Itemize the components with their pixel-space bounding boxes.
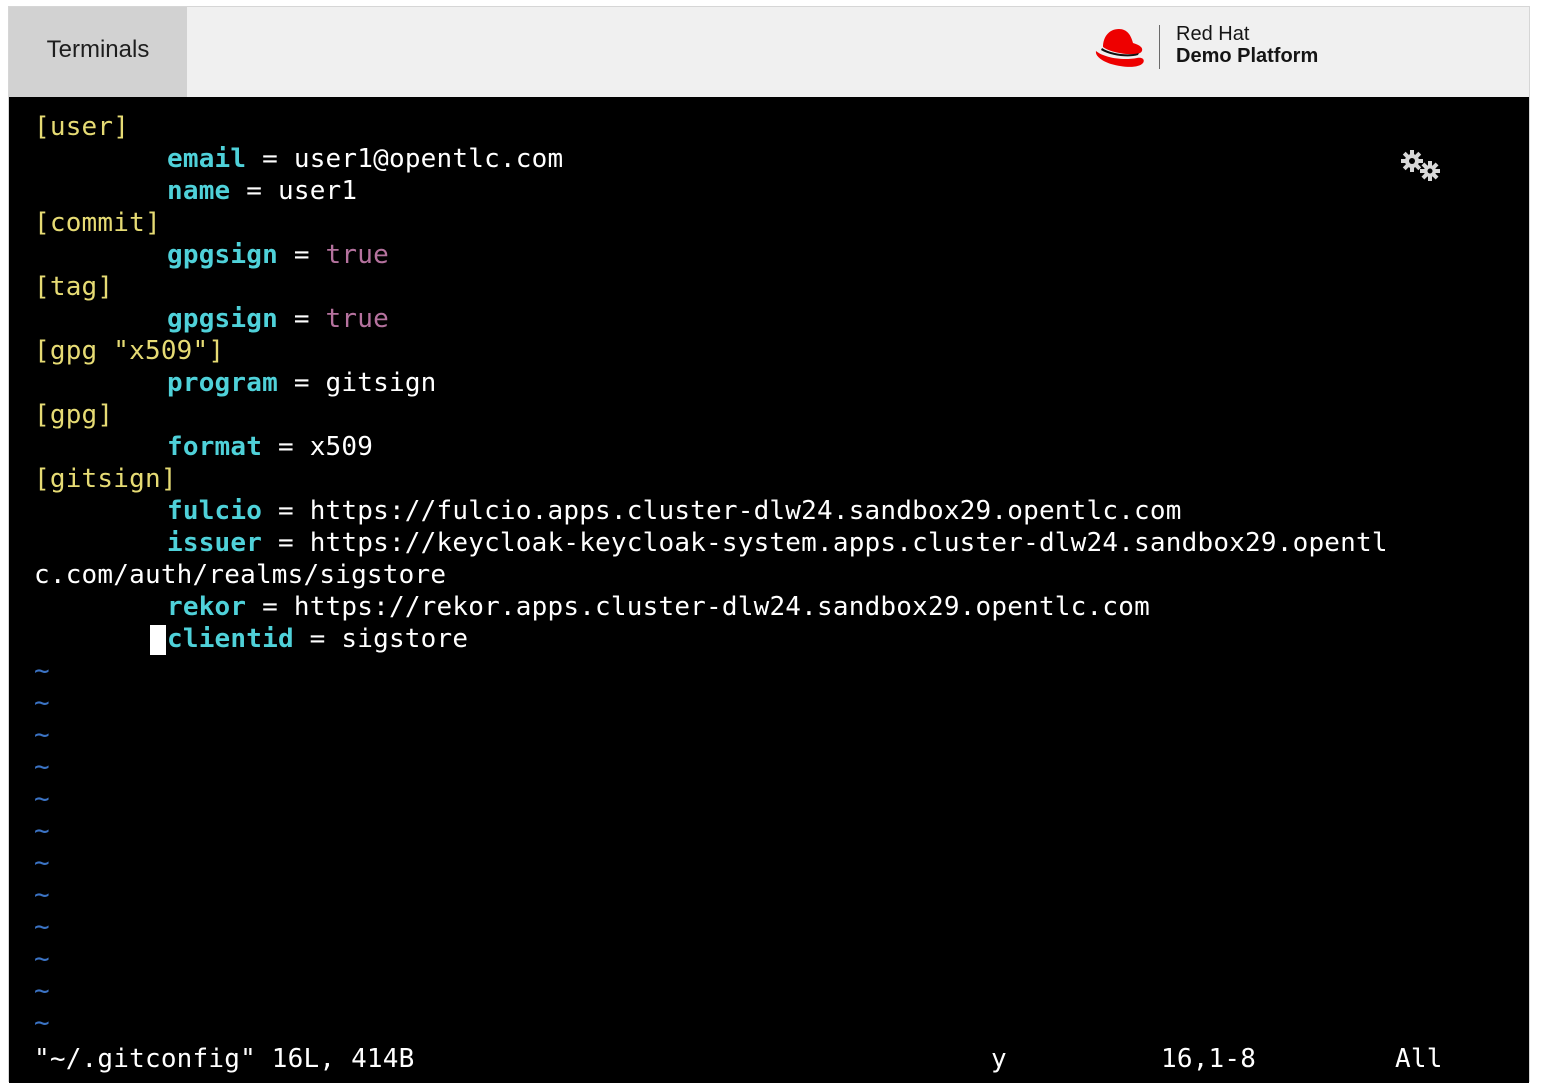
config-key: email bbox=[167, 144, 247, 174]
terminal-line: name = user1 bbox=[34, 175, 357, 207]
config-value: https://keycloak-keycloak-system.apps.cl… bbox=[309, 528, 1388, 558]
config-value: https://rekor.apps.cluster-dlw24.sandbox… bbox=[293, 592, 1150, 622]
config-value: gitsign bbox=[325, 368, 437, 398]
equals-sign: = bbox=[293, 624, 342, 654]
brand-name: Red Hat bbox=[1176, 23, 1250, 45]
status-mode: y bbox=[991, 1044, 1007, 1074]
terminal-line: [gpg] bbox=[34, 399, 113, 431]
terminal-line: issuer = https://keycloak-keycloak-syste… bbox=[34, 527, 1388, 559]
config-value: true bbox=[325, 304, 389, 334]
brand-product: Demo Platform bbox=[1176, 45, 1319, 67]
empty-line-tilde: ~ bbox=[34, 688, 50, 718]
terminal-line: gpgsign = true bbox=[34, 239, 389, 271]
terminal-line: email = user1@opentlc.com bbox=[34, 143, 563, 175]
app-frame: Terminals Red Hat Demo Platform [user] em… bbox=[8, 6, 1530, 1083]
equals-sign: = bbox=[246, 592, 294, 622]
config-value: x509 bbox=[309, 432, 374, 462]
terminal-line: c.com/auth/realms/sigstore bbox=[34, 559, 446, 591]
tab-terminals[interactable]: Terminals bbox=[9, 7, 187, 97]
config-key: gpgsign bbox=[167, 240, 278, 270]
redhat-hat-icon bbox=[1095, 29, 1144, 67]
terminal-line: [gitsign] bbox=[34, 463, 177, 495]
text-cursor bbox=[150, 624, 166, 655]
empty-line-tilde: ~ bbox=[34, 1008, 50, 1038]
empty-line-tilde: ~ bbox=[34, 656, 50, 686]
config-key: format bbox=[167, 432, 263, 462]
terminal-line: gpgsign = true bbox=[34, 303, 389, 335]
config-section: [tag] bbox=[34, 272, 114, 302]
terminal-line: [user] bbox=[34, 111, 129, 143]
brand-divider bbox=[1159, 25, 1160, 69]
equals-sign: = bbox=[230, 176, 278, 206]
config-value: true bbox=[325, 240, 389, 270]
terminal-line: fulcio = https://fulcio.apps.cluster-dlw… bbox=[34, 495, 1182, 527]
config-value: user1 bbox=[277, 176, 358, 206]
config-value: sigstore bbox=[341, 624, 469, 654]
config-key: program bbox=[167, 368, 278, 398]
empty-line-tilde: ~ bbox=[34, 880, 50, 910]
equals-sign: = bbox=[262, 496, 310, 526]
config-section: [gpg "x509"] bbox=[34, 336, 225, 366]
config-key: name bbox=[167, 176, 231, 206]
empty-line-tilde: ~ bbox=[34, 720, 50, 750]
equals-sign: = bbox=[246, 144, 294, 174]
equals-sign: = bbox=[277, 240, 326, 270]
status-scroll: All bbox=[1395, 1044, 1443, 1074]
terminal-line: [tag] bbox=[34, 271, 113, 303]
terminal-line: [gpg "x509"] bbox=[34, 335, 224, 367]
empty-line-tilde: ~ bbox=[34, 752, 50, 782]
terminal-line: clientid = sigstore bbox=[34, 623, 468, 655]
config-value: https://fulcio.apps.cluster-dlw24.sandbo… bbox=[309, 496, 1182, 526]
app-header: Terminals Red Hat Demo Platform bbox=[9, 7, 1529, 97]
equals-sign: = bbox=[262, 432, 310, 462]
wrapped-value: c.com/auth/realms/sigstore bbox=[34, 560, 447, 590]
config-key: gpgsign bbox=[167, 304, 278, 334]
status-cursor-position: 16,1-8 bbox=[1161, 1044, 1257, 1074]
config-key: rekor bbox=[167, 592, 247, 622]
settings-gears-icon[interactable] bbox=[1399, 149, 1443, 183]
equals-sign: = bbox=[262, 528, 310, 558]
terminal-line: program = gitsign bbox=[34, 367, 437, 399]
terminal-screen[interactable]: [user] email = user1@opentlc.com name = us… bbox=[9, 97, 1529, 1083]
empty-line-tilde: ~ bbox=[34, 976, 50, 1006]
equals-sign: = bbox=[277, 368, 326, 398]
empty-line-tilde: ~ bbox=[34, 784, 50, 814]
terminal-line: format = x509 bbox=[34, 431, 373, 463]
config-section: [user] bbox=[34, 112, 130, 142]
terminal-line: [commit] bbox=[34, 207, 161, 239]
config-key: fulcio bbox=[167, 496, 263, 526]
config-section: [gitsign] bbox=[34, 464, 177, 494]
config-key: clientid bbox=[167, 624, 294, 654]
config-value: user1@opentlc.com bbox=[293, 144, 564, 174]
status-file: "~/.gitconfig" 16L, 414B bbox=[34, 1044, 415, 1074]
config-section: [gpg] bbox=[34, 400, 114, 430]
config-key: issuer bbox=[167, 528, 263, 558]
terminal-line: rekor = https://rekor.apps.cluster-dlw24… bbox=[34, 591, 1150, 623]
empty-line-tilde: ~ bbox=[34, 944, 50, 974]
empty-line-tilde: ~ bbox=[34, 848, 50, 878]
empty-line-tilde: ~ bbox=[34, 912, 50, 942]
empty-line-tilde: ~ bbox=[34, 816, 50, 846]
equals-sign: = bbox=[277, 304, 326, 334]
config-section: [commit] bbox=[34, 208, 161, 238]
